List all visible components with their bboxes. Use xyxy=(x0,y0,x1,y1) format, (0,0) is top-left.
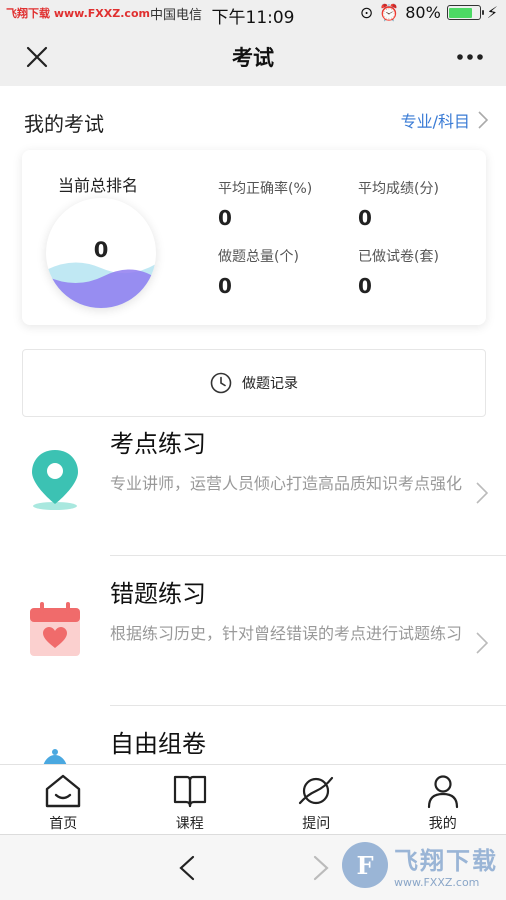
subject-link-label: 专业/科目 xyxy=(400,112,470,131)
book-icon xyxy=(173,775,206,808)
chevron-right-icon[interactable] xyxy=(312,855,330,881)
feature-item-wrong-questions[interactable]: 错题练习 根据练习历史，针对曾经错误的考点进行试题练习 xyxy=(0,556,506,706)
feature-title: 错题练习 xyxy=(110,580,206,608)
tab-label: 课程 xyxy=(175,816,204,832)
tab-profile[interactable]: 我的 xyxy=(380,765,506,834)
calendar-heart-icon xyxy=(30,602,80,656)
home-icon xyxy=(46,774,81,808)
watermark-logo: F xyxy=(342,842,388,888)
tab-questions[interactable]: 提问 xyxy=(253,765,380,834)
watermark-url: www.FXXZ.com xyxy=(394,876,480,889)
feature-item-key-points[interactable]: 考点练习 专业讲师，运营人员倾心打造高品质知识考点强化 xyxy=(0,406,506,556)
status-bar: 飞翔下载 www.FXXZ.com 中国电信 下午11:09 ⊙ ⏰ 80% ⚡ xyxy=(0,0,506,28)
rank-gauge: 0 xyxy=(46,198,156,308)
battery-icon xyxy=(446,5,484,20)
chevron-left-icon[interactable] xyxy=(178,855,196,881)
battery-percent: 80% xyxy=(405,3,441,22)
accuracy-value: 0 xyxy=(218,206,232,230)
bell-icon xyxy=(43,749,67,764)
stats-card: 当前总排名 0 平均正确率(%) 0 平均成绩(分) 0 做题总量(个) 0 已… xyxy=(22,150,486,325)
feature-description: 根据练习历史，针对曾经错误的考点进行试题练习 xyxy=(110,624,463,643)
tab-home[interactable]: 首页 xyxy=(0,765,127,834)
feature-title: 自由组卷 xyxy=(110,730,206,758)
tab-label: 我的 xyxy=(428,816,457,832)
charging-icon: ⚡ xyxy=(486,3,498,22)
subject-link[interactable]: 专业/科目 xyxy=(401,108,488,132)
tab-label: 提问 xyxy=(302,816,331,832)
planet-icon xyxy=(299,776,334,805)
chevron-right-icon xyxy=(476,632,488,654)
avg-score-stat: 平均成绩(分) 0 xyxy=(358,178,439,230)
chevron-right-icon xyxy=(478,111,488,129)
papers-done-value: 0 xyxy=(358,274,372,298)
tab-bar: 首页 课程 提问 我的 xyxy=(0,764,506,834)
accuracy-label: 平均正确率(%) xyxy=(218,181,313,197)
rank-label: 当前总排名 xyxy=(58,176,139,195)
navigation-bar: 考试 xyxy=(0,28,506,86)
tab-label: 首页 xyxy=(49,816,78,832)
more-icon[interactable] xyxy=(454,45,486,69)
user-icon xyxy=(427,775,458,809)
feature-item-free-paper[interactable]: 自由组卷 xyxy=(0,706,506,764)
main-content[interactable]: 我的考试 专业/科目 当前总排名 0 平均正确率(%) 0 平均成绩(分) 0 … xyxy=(0,86,506,764)
rotation-lock-icon: ⊙ xyxy=(359,3,374,22)
watermark-title: 飞翔下载 xyxy=(394,847,498,875)
watermark: F 飞翔下载 www.FXXZ.com xyxy=(342,841,498,889)
total-questions-stat: 做题总量(个) 0 xyxy=(218,246,299,298)
rank-value: 0 xyxy=(93,238,109,262)
page-title: 考试 xyxy=(232,46,274,70)
alarm-icon: ⏰ xyxy=(379,3,400,22)
avg-score-label: 平均成绩(分) xyxy=(358,181,439,197)
papers-done-label: 已做试卷(套) xyxy=(358,249,439,265)
chevron-right-icon xyxy=(476,482,488,504)
papers-done-stat: 已做试卷(套) 0 xyxy=(358,246,439,298)
feature-description: 专业讲师，运营人员倾心打造高品质知识考点强化 xyxy=(110,474,463,493)
avg-score-value: 0 xyxy=(358,206,372,230)
location-pin-icon xyxy=(32,450,78,510)
tab-course[interactable]: 课程 xyxy=(127,765,254,834)
clock-icon xyxy=(210,372,232,394)
my-exam-title: 我的考试 xyxy=(24,112,104,136)
total-questions-value: 0 xyxy=(218,274,232,298)
accuracy-stat: 平均正确率(%) 0 xyxy=(218,178,312,230)
total-questions-label: 做题总量(个) xyxy=(218,249,299,265)
browser-toolbar: F 飞翔下载 www.FXXZ.com xyxy=(0,834,506,900)
feature-title: 考点练习 xyxy=(110,430,206,458)
practice-record-label: 做题记录 xyxy=(242,376,298,392)
status-right: ⊙ ⏰ 80% ⚡ xyxy=(360,3,498,22)
